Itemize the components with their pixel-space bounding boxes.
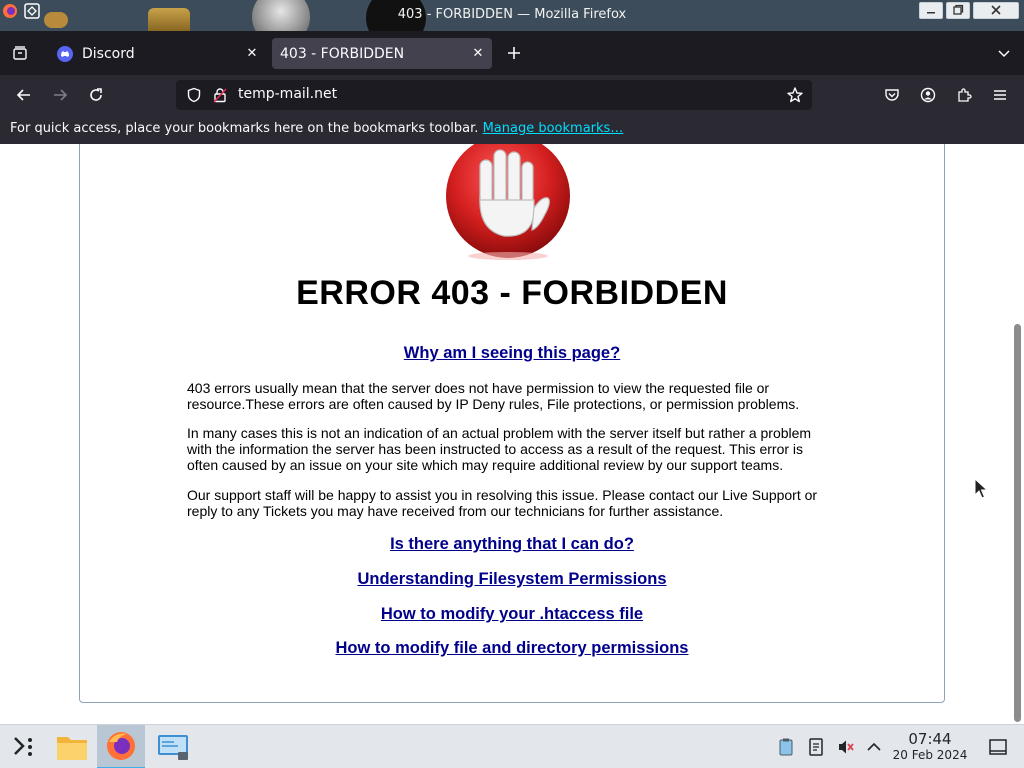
stop-hand-icon	[446, 144, 570, 260]
maximize-button[interactable]	[946, 2, 970, 19]
why-am-i-seeing-link[interactable]: Why am I seeing this page?	[404, 344, 620, 362]
taskbar-firefox[interactable]	[97, 725, 145, 768]
minimize-button[interactable]	[919, 2, 943, 19]
tab-manager-icon	[13, 46, 27, 60]
paragraph-support: Our support staff will be happy to assis…	[187, 487, 818, 519]
page-scrollbar-thumb[interactable]	[1014, 324, 1021, 722]
mouse-cursor-icon	[974, 478, 988, 499]
chevron-down-icon	[998, 50, 1010, 58]
shield-icon[interactable]	[186, 87, 202, 103]
arrow-left-icon	[16, 89, 30, 101]
pocket-button[interactable]	[880, 83, 904, 107]
system-monitor-icon	[158, 735, 188, 760]
tab-label: 403 - FORBIDDEN	[280, 45, 405, 62]
pocket-icon	[885, 89, 899, 101]
taskbar-file-manager[interactable]	[48, 725, 96, 768]
navigation-toolbar: temp-mail.net	[0, 75, 1024, 115]
help-link-htaccess[interactable]: How to modify your .htaccess file	[381, 605, 643, 623]
manage-bookmarks-link[interactable]: Manage bookmarks…	[483, 121, 624, 136]
minimize-icon	[927, 12, 935, 14]
help-link-row: Is there anything that I can do?	[0, 535, 1024, 554]
hamburger-menu-icon	[994, 90, 1006, 100]
new-tab-button[interactable]	[502, 41, 526, 65]
close-tab-icon[interactable]: ✕	[244, 46, 260, 62]
error-heading: ERROR 403 - FORBIDDEN	[296, 274, 728, 312]
close-tab-icon[interactable]: ✕	[470, 46, 486, 62]
app-menu-button[interactable]	[988, 83, 1012, 107]
notes-tray-icon[interactable]	[806, 737, 826, 757]
paragraph-cause: In many cases this is not an indication …	[187, 425, 812, 473]
clock-date: 20 Feb 2024	[892, 748, 968, 762]
chevron-up-icon[interactable]	[864, 737, 884, 757]
show-desktop-icon[interactable]	[988, 737, 1008, 757]
taskbar-system-settings[interactable]	[149, 725, 197, 768]
tab-overflow-button[interactable]	[992, 41, 1016, 65]
list-all-tabs-button[interactable]	[8, 41, 32, 65]
taskbar: 07:44 20 Feb 2024	[0, 724, 1024, 768]
help-link-row: Understanding Filesystem Permissions	[0, 570, 1024, 589]
folder-icon	[57, 737, 87, 760]
reload-button[interactable]	[84, 83, 108, 107]
reload-icon	[90, 88, 102, 101]
help-link-file-directory-permissions[interactable]: How to modify file and directory permiss…	[336, 639, 689, 657]
discord-icon	[57, 45, 73, 62]
extensions-button[interactable]	[952, 83, 976, 107]
plus-icon	[508, 47, 520, 59]
url-text[interactable]: temp-mail.net	[238, 86, 337, 102]
application-launcher[interactable]	[0, 725, 48, 768]
account-icon	[920, 87, 936, 103]
clock-time: 07:44	[908, 730, 952, 748]
tab-label: Discord	[82, 45, 135, 62]
help-link-row: How to modify your .htaccess file	[0, 605, 1024, 624]
window-title: 403 - FORBIDDEN — Mozilla Firefox	[397, 7, 627, 22]
help-link-anything-i-can-do[interactable]: Is there anything that I can do?	[390, 535, 634, 553]
account-button[interactable]	[916, 83, 940, 107]
launcher-icon	[14, 737, 32, 756]
tab-403-forbidden[interactable]: 403 - FORBIDDEN ✕	[272, 38, 492, 69]
tab-discord[interactable]: Discord ✕	[46, 38, 266, 69]
clipboard-tray-icon[interactable]	[776, 737, 796, 757]
firefox-icon	[107, 732, 135, 760]
help-link-filesystem-permissions[interactable]: Understanding Filesystem Permissions	[357, 570, 666, 588]
volume-muted-icon[interactable]	[836, 737, 856, 757]
bookmarks-hint-text: For quick access, place your bookmarks h…	[10, 121, 479, 136]
why-am-i-seeing-link-row: Why am I seeing this page?	[0, 344, 1024, 363]
arrow-right-icon	[54, 89, 68, 101]
close-icon	[991, 5, 1001, 15]
bookmarks-toolbar: For quick access, place your bookmarks h…	[0, 115, 1024, 144]
bookmark-star-icon[interactable]	[786, 86, 804, 104]
window-titlebar: 403 - FORBIDDEN — Mozilla Firefox	[0, 0, 1024, 31]
clock[interactable]: 07:44 20 Feb 2024	[888, 730, 972, 763]
page-content: ERROR 403 - FORBIDDEN Why am I seeing th…	[0, 144, 1024, 724]
puzzle-icon	[958, 88, 972, 102]
insecure-lock-icon[interactable]	[212, 87, 228, 103]
close-window-button[interactable]	[973, 2, 1019, 19]
back-button[interactable]	[12, 83, 36, 107]
paragraph-403-explanation: 403 errors usually mean that the server …	[187, 380, 800, 412]
forward-button[interactable]	[48, 83, 72, 107]
restore-icon	[953, 4, 964, 15]
url-bar[interactable]: temp-mail.net	[176, 80, 812, 110]
help-link-row: How to modify file and directory permiss…	[0, 639, 1024, 658]
tab-strip: Discord ✕ 403 - FORBIDDEN ✕	[0, 31, 1024, 75]
bookmarks-hint: For quick access, place your bookmarks h…	[10, 121, 623, 136]
